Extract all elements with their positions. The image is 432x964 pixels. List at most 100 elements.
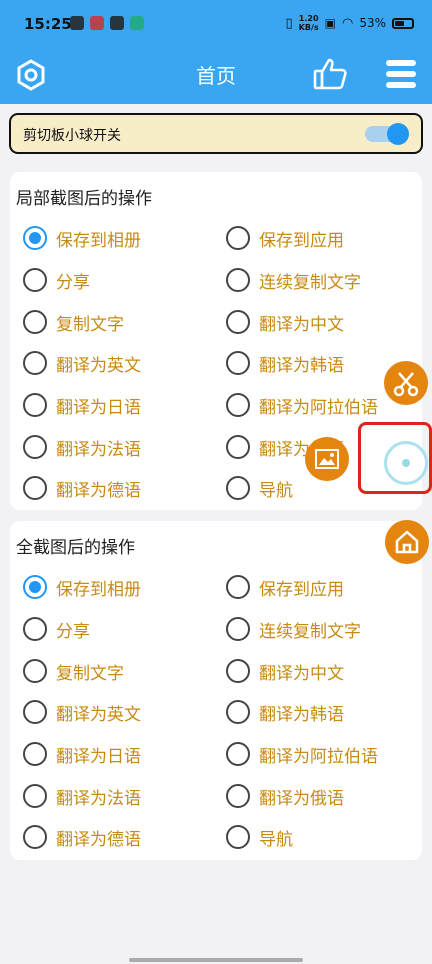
clipboard-ball-toggle[interactable]	[365, 123, 409, 145]
radio-option[interactable]: 保存到相册	[23, 223, 141, 253]
clipboard-switch-label: 剪切板小球开关	[23, 128, 121, 144]
radio-button[interactable]	[23, 617, 47, 641]
radio-option-label: 连续复制文字	[259, 621, 361, 642]
radio-option[interactable]: 翻译为阿拉伯语	[226, 739, 378, 769]
radio-option-label: 翻译为韩语	[259, 704, 344, 725]
hamburger-menu-icon[interactable]	[386, 60, 416, 88]
radio-option[interactable]: 连续复制文字	[226, 614, 361, 644]
radio-option[interactable]: 翻译为英文	[23, 348, 141, 378]
radio-option[interactable]: 导航	[226, 822, 293, 852]
radio-option-label: 翻译为英文	[56, 704, 141, 725]
radio-button[interactable]	[23, 742, 47, 766]
radio-option[interactable]: 复制文字	[23, 656, 124, 686]
image-frame-icon	[315, 449, 339, 469]
radio-button[interactable]	[23, 268, 47, 292]
radio-option[interactable]: 复制文字	[23, 307, 124, 337]
radio-option[interactable]: 翻译为日语	[23, 739, 141, 769]
radio-button[interactable]	[226, 575, 250, 599]
radio-option[interactable]: 保存到应用	[226, 572, 344, 602]
net-speed: 1.20 KB/s	[298, 14, 319, 32]
radio-button[interactable]	[23, 310, 47, 334]
no-sim-icon: ▣	[324, 16, 336, 30]
radio-option[interactable]: 导航	[226, 473, 293, 503]
radio-button[interactable]	[226, 226, 250, 250]
radio-option[interactable]: 保存到应用	[226, 223, 344, 253]
radio-option-label: 分享	[56, 272, 90, 293]
status-bar: 15:25 ▯ 1.20 KB/s ▣ ◠ 53%	[0, 0, 432, 50]
radio-button[interactable]	[23, 700, 47, 724]
battery-icon	[392, 17, 414, 29]
radio-option[interactable]: 翻译为中文	[226, 656, 344, 686]
scissors-button[interactable]	[384, 361, 428, 405]
radio-button[interactable]	[226, 742, 250, 766]
radio-option[interactable]: 连续复制文字	[226, 265, 361, 295]
home-icon	[395, 530, 419, 554]
radio-option-label: 保存到相册	[56, 230, 141, 251]
radio-button[interactable]	[23, 435, 47, 459]
app-notification-icon	[90, 16, 104, 30]
radio-button[interactable]	[23, 575, 47, 599]
radio-button[interactable]	[226, 784, 250, 808]
radio-option[interactable]: 翻译为俄语	[226, 781, 344, 811]
thumbs-up-icon[interactable]	[312, 56, 348, 92]
radio-option[interactable]: 翻译为法语	[23, 781, 141, 811]
radio-option[interactable]: 翻译为法语	[23, 432, 141, 462]
radio-option-label: 翻译为阿拉伯语	[259, 746, 378, 767]
radio-option-label: 翻译为法语	[56, 439, 141, 460]
status-right: ▯ 1.20 KB/s ▣ ◠ 53%	[286, 14, 414, 32]
radio-option[interactable]: 分享	[23, 265, 90, 295]
radio-button[interactable]	[23, 393, 47, 417]
full-screenshot-card: 全截图后的操作 保存到相册 保存到应用分享 连续复制文字复制文字 翻译为中文翻译为英文…	[10, 521, 422, 860]
radio-button[interactable]	[226, 351, 250, 375]
status-time: 15:25	[24, 15, 72, 33]
radio-option-label: 保存到应用	[259, 230, 344, 251]
tiktok-icon	[110, 16, 124, 30]
radio-option[interactable]: 翻译为英文	[23, 697, 141, 727]
radio-button[interactable]	[23, 226, 47, 250]
section-title: 全截图后的操作	[16, 538, 135, 558]
radio-button[interactable]	[226, 310, 250, 334]
radio-option-label: 保存到应用	[259, 579, 344, 600]
radio-option[interactable]: 翻译为德语	[23, 473, 141, 503]
radio-button[interactable]	[226, 268, 250, 292]
radio-button[interactable]	[226, 659, 250, 683]
radio-option-label: 翻译为日语	[56, 746, 141, 767]
floating-ball-icon[interactable]	[384, 441, 428, 485]
radio-button[interactable]	[23, 659, 47, 683]
radio-option-label: 翻译为俄语	[259, 788, 344, 809]
radio-option-label: 翻译为德语	[56, 829, 141, 850]
radio-button[interactable]	[226, 393, 250, 417]
radio-option-label: 保存到相册	[56, 579, 141, 600]
radio-button[interactable]	[23, 825, 47, 849]
radio-option-label: 导航	[259, 480, 293, 501]
radio-option[interactable]: 翻译为德语	[23, 822, 141, 852]
radio-option[interactable]: 分享	[23, 614, 90, 644]
section-title: 局部截图后的操作	[16, 189, 152, 209]
screenshot-button[interactable]	[305, 437, 349, 481]
notification-icons	[70, 16, 144, 30]
radio-option[interactable]: 翻译为日语	[23, 390, 141, 420]
radio-option[interactable]: 翻译为阿拉伯语	[226, 390, 378, 420]
radio-button[interactable]	[226, 435, 250, 459]
scissors-icon	[393, 372, 419, 397]
home-button[interactable]	[385, 520, 429, 564]
radio-option-label: 连续复制文字	[259, 272, 361, 293]
radio-button[interactable]	[23, 476, 47, 500]
wifi-icon: ◠	[341, 15, 354, 31]
radio-option[interactable]: 保存到相册	[23, 572, 141, 602]
radio-option[interactable]: 翻译为中文	[226, 307, 344, 337]
radio-button[interactable]	[226, 476, 250, 500]
radio-option-label: 翻译为日语	[56, 397, 141, 418]
radio-button[interactable]	[226, 700, 250, 724]
radio-option-label: 分享	[56, 621, 90, 642]
radio-button[interactable]	[23, 351, 47, 375]
radio-button[interactable]	[226, 617, 250, 641]
clipboard-ball-switch-row: 剪切板小球开关	[9, 113, 423, 154]
radio-button[interactable]	[23, 784, 47, 808]
radio-option-label: 翻译为阿拉伯语	[259, 397, 378, 418]
page-title: 首页	[196, 64, 236, 88]
radio-option-label: 复制文字	[56, 663, 124, 684]
radio-option[interactable]: 翻译为韩语	[226, 348, 344, 378]
radio-button[interactable]	[226, 825, 250, 849]
radio-option[interactable]: 翻译为韩语	[226, 697, 344, 727]
